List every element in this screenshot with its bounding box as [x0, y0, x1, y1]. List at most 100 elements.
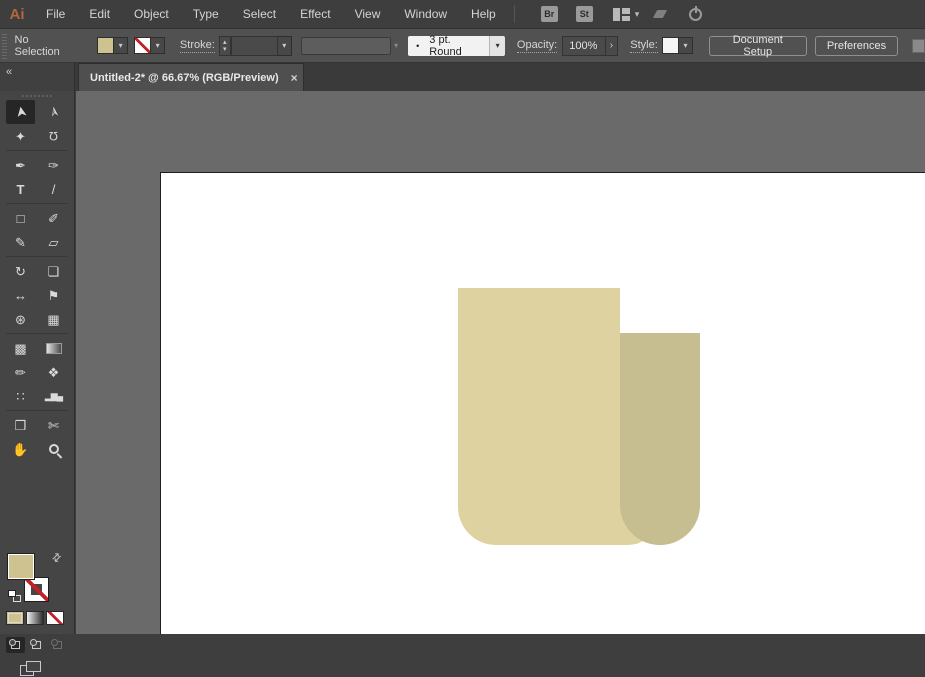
- eyedropper-tool[interactable]: ✏: [6, 360, 35, 384]
- tool-grid: ➤ ➢ ✦ Ω ✒ ✑ T / □ ✐ ✎ ▱ ↻ ❏ ↔ ⚑ ⊛ ▦ ▩ ✏ …: [0, 100, 74, 461]
- stroke-label[interactable]: Stroke:: [179, 39, 215, 53]
- touch-hand-icon: [653, 10, 668, 18]
- workspace-chevron-down-icon[interactable]: ▾: [635, 9, 640, 20]
- opacity-arrow-icon[interactable]: ›: [605, 35, 619, 56]
- artboard-tool-icon: ❒: [14, 417, 27, 433]
- direct-selection-tool[interactable]: ➢: [39, 100, 68, 124]
- style-swatch[interactable]: [661, 37, 680, 54]
- width-tool[interactable]: ↔: [6, 283, 35, 307]
- menu-effect[interactable]: Effect: [288, 0, 342, 29]
- document-tab[interactable]: Untitled-2* @ 66.67% (RGB/Preview) ×: [78, 63, 304, 91]
- blend-tool[interactable]: ❖: [39, 360, 68, 384]
- stroke-indicator[interactable]: [24, 577, 49, 602]
- workspace-switcher-icon[interactable]: [612, 7, 630, 21]
- menu-object[interactable]: Object: [122, 0, 181, 29]
- selection-tool[interactable]: ➤: [6, 100, 35, 124]
- screen-mode-button[interactable]: [20, 661, 42, 677]
- shape-builder-tool[interactable]: ⊛: [6, 307, 35, 331]
- type-tool[interactable]: T: [6, 177, 35, 201]
- draw-behind-button[interactable]: [27, 637, 46, 653]
- menu-edit[interactable]: Edit: [77, 0, 122, 29]
- eraser-tool[interactable]: ▱: [39, 230, 68, 254]
- rotate-tool[interactable]: ↻: [6, 259, 35, 283]
- menu-help[interactable]: Help: [459, 0, 508, 29]
- default-fill-stroke-icon[interactable]: [8, 590, 21, 602]
- fill-color-swatch[interactable]: [96, 37, 115, 54]
- preferences-button[interactable]: Preferences: [814, 35, 899, 56]
- column-graph-tool[interactable]: ▂▆▄: [39, 384, 68, 408]
- line-segment-tool-icon: /: [51, 181, 56, 197]
- width-profile-dropdown: [300, 36, 392, 55]
- tab-close-icon[interactable]: ×: [291, 71, 298, 85]
- puppet-warp-tool[interactable]: ⚑: [39, 283, 68, 307]
- pen-tool[interactable]: ✒: [6, 153, 35, 177]
- line-segment-tool[interactable]: /: [39, 177, 68, 201]
- gradient-tool-icon: [45, 342, 62, 354]
- perspective-grid-tool[interactable]: ▦: [39, 307, 68, 331]
- rotate-tool-icon: ↻: [15, 263, 26, 279]
- rectangle-tool[interactable]: □: [6, 206, 35, 230]
- style-label[interactable]: Style:: [630, 39, 658, 53]
- bridge-icon[interactable]: Br: [540, 6, 558, 22]
- stock-icon[interactable]: St: [575, 6, 593, 22]
- caret-down-icon[interactable]: ▾: [223, 46, 227, 53]
- artboard-tool[interactable]: ❒: [6, 413, 35, 437]
- fill-indicator[interactable]: [7, 553, 35, 580]
- magic-wand-tool[interactable]: ✦: [6, 124, 35, 148]
- slice-tool[interactable]: ✄: [39, 413, 68, 437]
- opacity-input[interactable]: 100%: [562, 35, 606, 56]
- drawing-modes: [0, 637, 75, 653]
- draw-normal-icon: [9, 639, 20, 649]
- tools-panel-header: «: [0, 63, 75, 91]
- draw-normal-button[interactable]: [6, 637, 25, 653]
- opacity-label[interactable]: Opacity:: [516, 39, 558, 53]
- folded-paper-shape-back[interactable]: [620, 333, 700, 545]
- stroke-weight-chevron-down-icon[interactable]: ▾: [277, 35, 292, 56]
- style-chevron-down-icon[interactable]: ▾: [679, 37, 693, 54]
- menu-type[interactable]: Type: [181, 0, 231, 29]
- stroke-weight-stepper[interactable]: ▴ ▾: [218, 35, 231, 56]
- menu-bar: Ai File Edit Object Type Select Effect V…: [0, 0, 925, 29]
- panel-grip[interactable]: [22, 95, 52, 97]
- collapse-panel-icon[interactable]: «: [6, 66, 12, 78]
- folded-paper-shape-front[interactable]: [458, 288, 620, 545]
- menu-window[interactable]: Window: [392, 0, 459, 29]
- menu-select[interactable]: Select: [231, 0, 288, 29]
- gradient-button[interactable]: [26, 611, 44, 625]
- column-graph-tool-icon: ▂▆▄: [44, 390, 63, 401]
- width-profile-chevron-down-icon: ▾: [394, 41, 399, 50]
- selection-tool-icon: ➤: [11, 104, 30, 120]
- gradient-tool[interactable]: [39, 336, 68, 360]
- zoom-tool[interactable]: [39, 437, 68, 461]
- tool-separator: [6, 410, 68, 411]
- scale-tool[interactable]: ❏: [39, 259, 68, 283]
- rectangle-tool-icon: □: [16, 210, 25, 226]
- brush-chevron-down-icon[interactable]: ▾: [489, 35, 505, 56]
- brush-definition-value: 3 pt. Round: [429, 33, 462, 58]
- stroke-weight-dropdown[interactable]: [230, 35, 278, 56]
- none-button[interactable]: [46, 611, 64, 625]
- hand-tool[interactable]: ✋: [6, 437, 35, 461]
- menu-file[interactable]: File: [34, 0, 77, 29]
- mesh-tool[interactable]: ▩: [6, 336, 35, 360]
- stroke-chevron-down-icon[interactable]: ▾: [151, 37, 165, 54]
- color-button[interactable]: [6, 611, 24, 625]
- puppet-warp-tool-icon: ⚑: [47, 287, 60, 303]
- panel-dock-icon[interactable]: [912, 38, 925, 53]
- lasso-tool[interactable]: Ω: [39, 124, 68, 148]
- fill-chevron-down-icon[interactable]: ▾: [114, 37, 128, 54]
- pen-tool-icon: ✒: [15, 157, 26, 173]
- stroke-color-swatch[interactable]: [133, 37, 152, 54]
- menu-view[interactable]: View: [343, 0, 393, 29]
- control-bar-grip[interactable]: [2, 32, 7, 59]
- touch-workspace-power-icon[interactable]: [689, 5, 703, 21]
- document-setup-button[interactable]: Document Setup: [708, 34, 807, 58]
- brush-definition-dropdown[interactable]: • 3 pt. Round: [408, 33, 490, 58]
- swap-fill-stroke-icon[interactable]: ⇄: [49, 550, 64, 565]
- symbol-sprayer-tool[interactable]: ∷: [6, 384, 35, 408]
- curvature-tool[interactable]: ✑: [39, 153, 68, 177]
- shaper-tool[interactable]: ✎: [6, 230, 35, 254]
- document-tab-title: Untitled-2* @ 66.67% (RGB/Preview): [90, 71, 279, 84]
- caret-up-icon[interactable]: ▴: [223, 39, 227, 46]
- paintbrush-tool[interactable]: ✐: [39, 206, 68, 230]
